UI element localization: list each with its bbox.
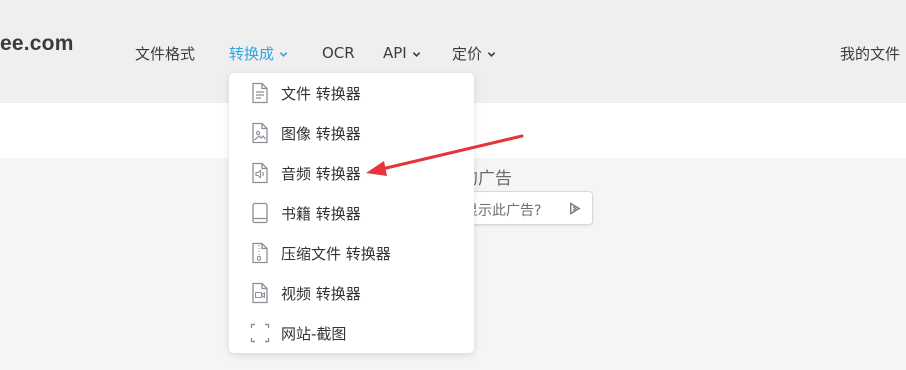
nav-my-files[interactable]: 我的文件 [840, 43, 900, 64]
menu-item-video-converter[interactable]: 视频 转换器 [229, 273, 474, 313]
audio-file-icon [252, 162, 268, 184]
adchoices-icon [570, 202, 581, 215]
nav-pricing[interactable]: 定价 [452, 43, 496, 63]
chevron-down-icon [412, 51, 420, 57]
screenshot-icon [250, 323, 270, 343]
menu-item-archive-converter[interactable]: 压缩文件 转换器 [229, 233, 474, 273]
book-icon [252, 202, 268, 224]
site-logo[interactable]: ee.com [0, 32, 74, 56]
menu-item-website-screenshot[interactable]: 网站-截图 [229, 313, 474, 353]
nav-ocr-label: OCR [322, 44, 355, 62]
menu-item-label: 文件 转换器 [281, 85, 361, 103]
nav-pricing-label: 定价 [452, 44, 483, 63]
document-icon [252, 82, 268, 104]
archive-file-icon [252, 242, 268, 264]
nav-api[interactable]: API [383, 43, 421, 63]
nav-api-label: API [383, 44, 407, 62]
menu-item-label: 音频 转换器 [281, 165, 361, 183]
chevron-down-icon [279, 51, 288, 57]
menu-item-image-converter[interactable]: 图像 转换器 [229, 113, 474, 153]
nav-ocr[interactable]: OCR [322, 43, 355, 63]
nav-file-formats-label: 文件格式 [135, 44, 196, 63]
menu-item-label: 视频 转换器 [281, 285, 361, 303]
nav-convert-to[interactable]: 转换成 [229, 43, 288, 63]
chevron-down-icon [487, 51, 496, 57]
image-file-icon [252, 122, 268, 144]
menu-item-audio-converter[interactable]: 音频 转换器 [229, 153, 474, 193]
menu-item-label: 图像 转换器 [281, 125, 361, 143]
menu-item-label: 书籍 转换器 [281, 205, 361, 223]
menu-item-document-converter[interactable]: 文件 转换器 [229, 73, 474, 113]
why-this-ad-label: 显示此广告? [464, 203, 542, 219]
menu-item-label: 网站-截图 [281, 325, 347, 343]
nav-file-formats[interactable]: 文件格式 [135, 43, 195, 63]
convert-to-dropdown-menu: 文件 转换器 图像 转换器 音频 转换器 书籍 转换器 压缩文件 转换器 视频 … [229, 73, 474, 353]
menu-item-label: 压缩文件 转换器 [281, 245, 391, 263]
menu-item-ebook-converter[interactable]: 书籍 转换器 [229, 193, 474, 233]
nav-convert-to-label: 转换成 [229, 44, 275, 63]
video-file-icon [252, 282, 268, 304]
